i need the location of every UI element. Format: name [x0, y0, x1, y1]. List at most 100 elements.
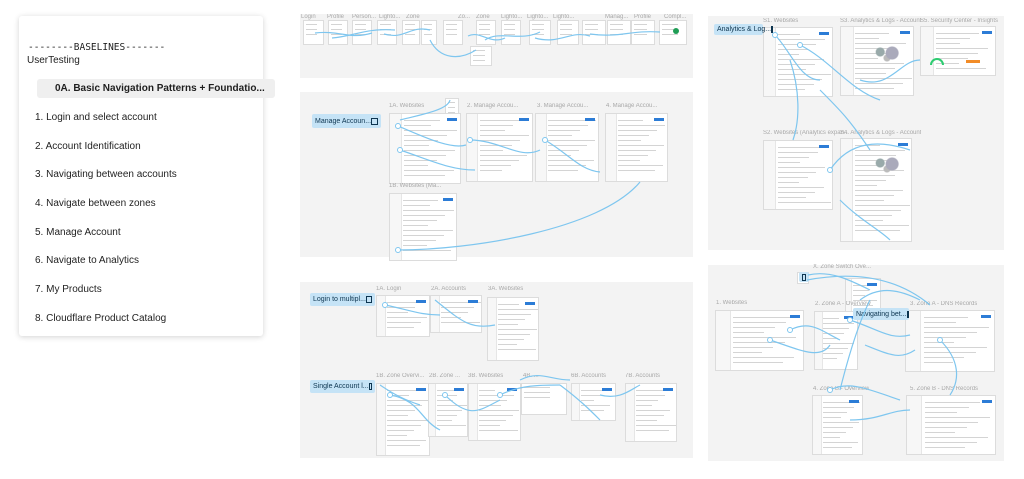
screen-frame[interactable] — [328, 20, 348, 45]
screen-frame[interactable] — [715, 310, 804, 371]
section-flow-tag[interactable]: Manage Accoun... — [312, 114, 381, 128]
frame-text-line — [446, 34, 457, 35]
screen-frame[interactable] — [487, 297, 539, 361]
frame-text-line — [441, 322, 480, 323]
frame-button — [443, 198, 453, 201]
section-flow-tag[interactable]: Navigating bet... — [853, 308, 909, 320]
screen-frame[interactable] — [840, 138, 912, 242]
screen-frame[interactable] — [605, 113, 668, 182]
frame-sidebar — [841, 139, 854, 241]
page-item-label: 7. My Products — [35, 284, 102, 295]
world-map-graphic — [870, 155, 904, 175]
frame-text-line — [855, 150, 906, 151]
screen-frame[interactable] — [470, 46, 492, 66]
screen-frame[interactable] — [376, 383, 430, 456]
screen-frame[interactable] — [529, 20, 551, 45]
screen-frame[interactable] — [763, 27, 833, 97]
screen-frame[interactable] — [920, 26, 996, 76]
screen-frame[interactable] — [303, 20, 324, 45]
frame-sidebar — [469, 384, 479, 440]
screen-frame[interactable] — [812, 395, 863, 455]
frame-button — [416, 300, 426, 303]
frame-sidebar — [764, 141, 776, 209]
screen-frame[interactable] — [814, 311, 858, 370]
frame-text-line — [387, 400, 429, 401]
frame-title: 4B. ... — [523, 373, 539, 379]
frame-text-line — [387, 435, 408, 436]
screen-frame[interactable] — [557, 20, 579, 45]
frame-text-line — [480, 160, 519, 161]
screen-frame[interactable] — [376, 295, 430, 337]
frame-text-line — [636, 410, 670, 411]
frame-text-line — [618, 150, 656, 151]
frame-text-line — [436, 410, 462, 411]
section-flow-tag[interactable] — [799, 272, 809, 282]
frame-text-line — [777, 39, 826, 40]
frame-text-line — [618, 145, 664, 146]
gauge-graphic — [930, 58, 944, 65]
frame-text-line — [777, 64, 815, 65]
screen-frame[interactable] — [582, 20, 606, 45]
frame-text-line — [733, 357, 795, 358]
frame-sidebar — [846, 279, 853, 313]
screen-frame[interactable] — [906, 395, 996, 455]
frame-text-line — [662, 34, 678, 35]
screen-frame[interactable] — [571, 383, 616, 421]
frame-text-line — [404, 135, 448, 136]
screen-frame[interactable] — [631, 20, 655, 45]
screen-frame[interactable] — [352, 20, 372, 45]
frame-title: Lighto... — [527, 14, 549, 20]
section-flow-tag[interactable]: Login to multipl... — [310, 293, 375, 306]
screen-frame[interactable] — [476, 20, 496, 45]
screen-frame[interactable] — [430, 295, 482, 333]
frame-icon — [771, 26, 774, 33]
frame-text-line — [524, 392, 551, 393]
frame-text-line — [777, 84, 814, 85]
screen-frame[interactable] — [521, 383, 567, 415]
page-item-manage-account[interactable]: 5. Manage Account — [19, 225, 263, 241]
screen-frame[interactable] — [501, 20, 521, 45]
page-item-product-catalog[interactable]: 8. Cloudflare Product Catalog — [19, 311, 263, 327]
screen-frame[interactable] — [402, 20, 420, 45]
screen-frame[interactable] — [763, 140, 833, 210]
frame-text-line — [560, 29, 572, 30]
page-item-usertesting[interactable]: UserTesting — [19, 53, 263, 69]
page-item-basic-navigation[interactable]: 0A. Basic Navigation Patterns + Foundati… — [37, 79, 275, 98]
frame-text-line — [924, 427, 967, 428]
section-flow-tag[interactable]: Analytics & Log... — [714, 24, 774, 35]
frame-text-line — [777, 182, 799, 183]
section-flow-tag-label: Single Account l... — [313, 383, 369, 390]
screen-frame[interactable] — [377, 20, 397, 45]
frame-text-line — [480, 130, 505, 131]
frame-title: 3. Zone A - DNS Records — [910, 301, 978, 307]
page-item-my-products[interactable]: 7. My Products — [19, 282, 263, 298]
screen-frame[interactable] — [535, 113, 599, 182]
page-item-account-identification[interactable]: 2. Account Identification — [19, 139, 263, 155]
frame-text-line — [618, 160, 641, 161]
page-item-analytics[interactable]: 6. Navigate to Analytics — [19, 253, 263, 269]
frame-text-line — [733, 337, 797, 338]
screen-frame[interactable] — [466, 113, 533, 182]
page-item-navigate-zones[interactable]: 4. Navigate between zones — [19, 196, 263, 212]
screen-frame[interactable] — [905, 310, 995, 372]
frame-text-line — [403, 225, 429, 226]
page-item-login[interactable]: 1. Login and select account — [19, 110, 263, 126]
page-item-navigating-accounts[interactable]: 3. Navigating between accounts — [19, 167, 263, 183]
frame-text-line — [923, 352, 976, 353]
frame-text-line — [636, 425, 676, 426]
screen-frame[interactable] — [607, 20, 631, 45]
frame-title: S4. Analytics & Logs - Account — [840, 130, 922, 136]
frame-text-line — [403, 245, 427, 246]
design-canvas[interactable]: Login Profile Person... Lighto... Zone Zo... Z… — [262, 0, 1024, 479]
screen-frame[interactable] — [468, 383, 521, 441]
section-flow-tag[interactable]: Single Account l... — [310, 380, 375, 393]
screen-frame[interactable] — [428, 383, 468, 437]
page-item-label: UserTesting — [27, 55, 80, 66]
screen-frame[interactable] — [421, 20, 437, 45]
frame-text-line — [480, 140, 521, 141]
screen-frame[interactable] — [443, 20, 463, 45]
screen-frame[interactable] — [389, 113, 461, 184]
screen-frame[interactable] — [625, 383, 677, 442]
frame-text-line — [777, 74, 832, 75]
screen-frame[interactable] — [389, 193, 457, 261]
